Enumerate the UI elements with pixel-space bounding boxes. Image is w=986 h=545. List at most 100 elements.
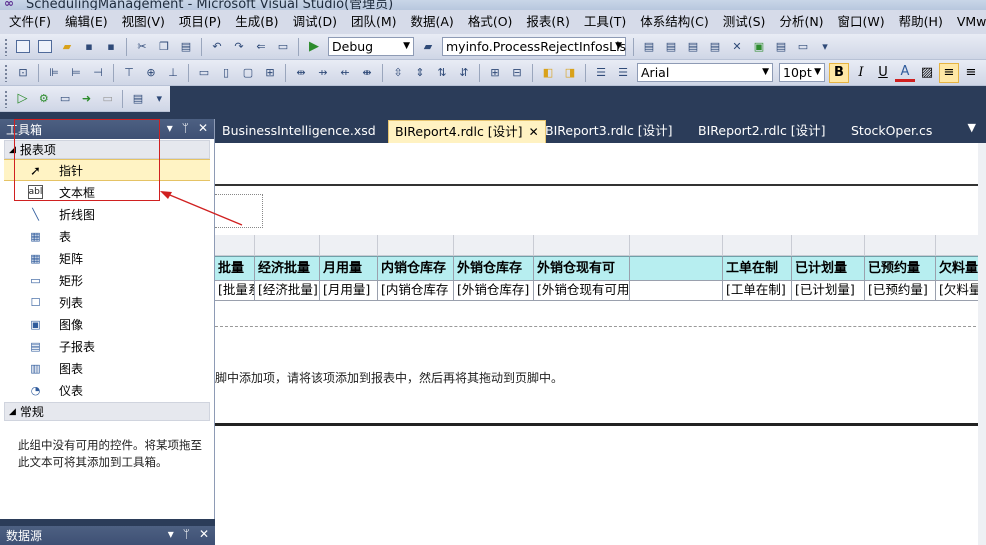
header-cell[interactable]: 已预约量 bbox=[865, 256, 936, 281]
open-file-icon[interactable]: ▰ bbox=[59, 39, 75, 55]
menu-item[interactable]: 格式(O) bbox=[461, 10, 520, 34]
tools-icon[interactable]: ✕ bbox=[729, 39, 745, 55]
align-centers-icon[interactable]: ⊨ bbox=[68, 65, 84, 81]
menu-item[interactable]: 文件(F) bbox=[2, 10, 58, 34]
toolbox-item[interactable]: ╲ 折线图 bbox=[0, 203, 214, 225]
size-to-grid-icon[interactable]: ⊞ bbox=[262, 65, 278, 81]
column-handle[interactable] bbox=[454, 235, 534, 256]
menu-item[interactable]: 分析(N) bbox=[772, 10, 830, 34]
tab-businessintelligence-xsd[interactable]: BusinessIntelligence.xsd bbox=[222, 120, 376, 143]
menu-item[interactable]: 视图(V) bbox=[115, 10, 172, 34]
column-handle[interactable] bbox=[792, 235, 865, 256]
toolbar-grip[interactable] bbox=[4, 37, 8, 56]
make-same-size-icon[interactable]: ▢ bbox=[240, 65, 256, 81]
field-cell[interactable]: [外销仓库存] bbox=[454, 281, 534, 301]
overflow-icon[interactable]: ▾ bbox=[152, 91, 167, 107]
align-to-grid-icon[interactable]: ⊡ bbox=[15, 65, 31, 81]
report-item-outline[interactable] bbox=[215, 194, 263, 228]
column-handle[interactable] bbox=[320, 235, 378, 256]
server-explorer-icon[interactable]: ▤ bbox=[773, 39, 789, 55]
report-forward-icon[interactable]: ➜ bbox=[79, 91, 94, 107]
field-cell[interactable]: [欠料量 bbox=[936, 281, 981, 301]
toolbox-item[interactable]: ▦ 表 bbox=[0, 225, 214, 247]
send-to-back-icon[interactable]: ◨ bbox=[562, 65, 578, 81]
align-lefts-icon[interactable]: ⊫ bbox=[46, 65, 62, 81]
header-cell[interactable] bbox=[630, 256, 723, 281]
center-vertically-icon[interactable]: ⊟ bbox=[509, 65, 525, 81]
field-cell[interactable]: [已预约量] bbox=[865, 281, 936, 301]
undo-icon[interactable]: ↶ bbox=[209, 39, 225, 55]
menu-item[interactable]: 调试(D) bbox=[286, 10, 344, 34]
report-grayed-icon[interactable]: ▭ bbox=[100, 91, 115, 107]
align-left-text-icon[interactable]: ≡ bbox=[939, 62, 959, 83]
field-cell[interactable]: [批量系 bbox=[215, 281, 255, 301]
command-window-icon[interactable]: ▭ bbox=[795, 39, 811, 55]
field-cell[interactable]: [外销仓现有可用 bbox=[534, 281, 630, 301]
increase-horizontal-spacing-icon[interactable]: ⇸ bbox=[315, 65, 331, 81]
report-designer-surface[interactable]: 批量 经济批量 月用量 内销仓库存 外销仓库存 外销仓现有可 工单在制 已计划量 已预约量 欠料量… bbox=[215, 143, 986, 545]
increase-vertical-spacing-icon[interactable]: ⇕ bbox=[412, 65, 428, 81]
tab-bireport4[interactable]: BIReport4.rdlc [设计] ✕ bbox=[388, 120, 546, 143]
menu-item[interactable]: 帮助(H) bbox=[892, 10, 950, 34]
run-icon[interactable]: ▷ bbox=[15, 91, 30, 107]
menu-item[interactable]: 项目(P) bbox=[172, 10, 228, 34]
header-cell[interactable]: 欠料量 bbox=[936, 256, 981, 281]
column-handle[interactable] bbox=[215, 235, 255, 256]
tab-list-dropdown-icon[interactable]: ▼ bbox=[968, 121, 976, 134]
toolbox-group-general[interactable]: ◢ 常规 bbox=[4, 402, 210, 421]
redo-icon[interactable]: ↷ bbox=[231, 39, 247, 55]
align-bottoms-icon[interactable]: ⊥ bbox=[165, 65, 181, 81]
layout-overflow-icon[interactable]: ☰ bbox=[615, 65, 631, 81]
header-cell[interactable]: 月用量 bbox=[320, 256, 378, 281]
solution-configuration-select[interactable]: Debug ▼ bbox=[328, 37, 414, 56]
bold-button[interactable]: B bbox=[829, 62, 849, 83]
tab-bireport2[interactable]: BIReport2.rdlc [设计] bbox=[698, 120, 826, 143]
toolbox-item[interactable]: ☐ 列表 bbox=[0, 291, 214, 313]
menu-item[interactable]: 窗口(W) bbox=[831, 10, 892, 34]
find-in-files-icon[interactable]: ▰ bbox=[420, 39, 436, 55]
report-data-icon[interactable]: ▭ bbox=[57, 91, 72, 107]
align-rights-icon[interactable]: ⊣ bbox=[90, 65, 106, 81]
menu-item[interactable]: 数据(A) bbox=[404, 10, 461, 34]
field-cell[interactable]: [经济批量] bbox=[255, 281, 320, 301]
cut-icon[interactable]: ✂ bbox=[134, 39, 150, 55]
dropdown-icon[interactable]: ▾ bbox=[168, 527, 174, 541]
vertical-spacing-icon[interactable]: ⇳ bbox=[390, 65, 406, 81]
properties-icon[interactable]: ▤ bbox=[663, 39, 679, 55]
menu-item[interactable]: 工具(T) bbox=[577, 10, 633, 34]
header-cell[interactable]: 工单在制 bbox=[723, 256, 792, 281]
remove-vertical-spacing-icon[interactable]: ⇵ bbox=[456, 65, 472, 81]
toolbox-item[interactable]: ▣ 图像 bbox=[0, 313, 214, 335]
toolbox-item[interactable]: ◔ 仪表 bbox=[0, 379, 214, 401]
menu-item[interactable]: VMware bbox=[950, 10, 986, 34]
make-same-width-icon[interactable]: ▭ bbox=[196, 65, 212, 81]
menu-item[interactable]: 编辑(E) bbox=[58, 10, 115, 34]
background-color-icon[interactable]: ▨ bbox=[917, 63, 937, 83]
underline-button[interactable]: U bbox=[873, 63, 893, 83]
pin-icon[interactable]: ᛘ bbox=[182, 121, 189, 135]
menu-item[interactable]: 测试(S) bbox=[716, 10, 773, 34]
startup-item-select[interactable]: myinfo.ProcessRejectInfosLis ▼ bbox=[442, 37, 626, 56]
table-header-row[interactable]: 批量 经济批量 月用量 内销仓库存 外销仓库存 外销仓现有可 工单在制 已计划量 已预约量 欠料量 bbox=[215, 256, 981, 281]
menu-item[interactable]: 团队(M) bbox=[344, 10, 404, 34]
column-handle[interactable] bbox=[936, 235, 981, 256]
column-handle[interactable] bbox=[723, 235, 792, 256]
save-icon[interactable]: ▪ bbox=[81, 39, 97, 55]
align-center-text-icon[interactable]: ≡ bbox=[961, 63, 981, 83]
field-cell[interactable]: [内销仓库存 bbox=[378, 281, 454, 301]
toolbox-item[interactable]: ▤ 子报表 bbox=[0, 335, 214, 357]
table-column-handles[interactable] bbox=[215, 235, 981, 256]
pin-icon[interactable]: ᛘ bbox=[183, 527, 190, 541]
font-size-select[interactable]: 10pt ▼ bbox=[779, 63, 825, 82]
column-handle[interactable] bbox=[630, 235, 723, 256]
menu-item[interactable]: 报表(R) bbox=[519, 10, 576, 34]
make-same-height-icon[interactable]: ▯ bbox=[218, 65, 234, 81]
font-color-button[interactable]: A bbox=[895, 64, 915, 82]
extension-manager-icon[interactable]: ▣ bbox=[751, 39, 767, 55]
toolbox-item[interactable]: ▥ 图表 bbox=[0, 357, 214, 379]
field-cell[interactable]: [工单在制] bbox=[723, 281, 792, 301]
vertical-scrollbar[interactable] bbox=[978, 143, 986, 545]
close-icon[interactable]: ✕ bbox=[199, 527, 209, 541]
toolbar-grip[interactable] bbox=[4, 89, 8, 108]
table-detail-row[interactable]: [批量系[经济批量][月用量][内销仓库存[外销仓库存][外销仓现有可用 [工单在… bbox=[215, 281, 981, 301]
